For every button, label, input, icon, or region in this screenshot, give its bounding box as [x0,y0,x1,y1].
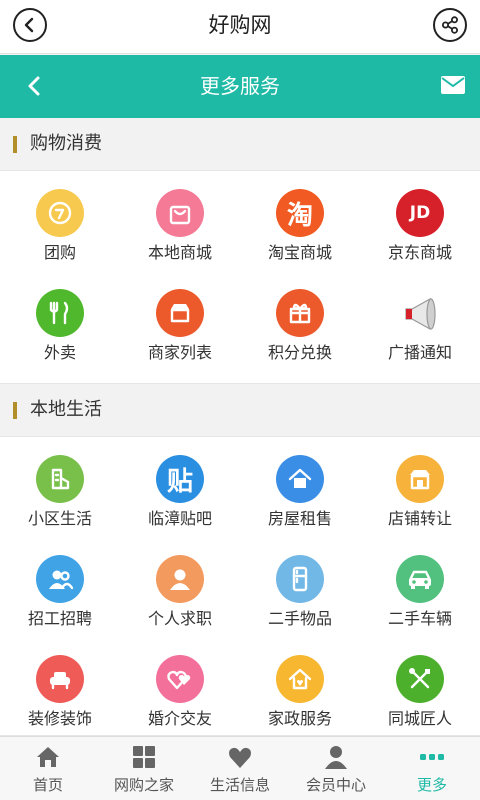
service-item-label: 广播通知 [387,343,452,362]
app-title: 好购网 [208,13,272,37]
service-item-label: 临漳贴吧 [147,509,212,528]
more-dots-icon [418,743,446,771]
service-item[interactable]: 房屋租售 [240,437,360,537]
taobao-icon: 淘 [276,189,324,237]
service-item[interactable]: 招工招聘 [0,537,120,637]
service-item[interactable]: 二手物品 [240,537,360,637]
home-service-icon [276,655,324,703]
bottom-tab-bar: 首页 网购之家 生活信息 会员中心 更多 [0,736,480,800]
service-item-label: 店铺转让 [387,509,452,528]
service-item-label: 外卖 [43,343,76,362]
service-item[interactable]: 二手车辆 [360,537,480,637]
share-icon [442,16,458,34]
person-icon [156,555,204,603]
section-title: 购物消费 [30,133,102,154]
tab-label: 会员中心 [305,776,366,794]
service-item[interactable]: 装修装饰 [0,637,120,737]
tab-label: 网购之家 [113,776,174,794]
service-item[interactable]: 本地商城 [120,171,240,271]
page-title: 更多服务 [200,74,280,98]
fork-knife-icon [36,289,84,337]
car-icon [396,555,444,603]
service-item-label: 京东商城 [387,243,452,262]
shopping-bag-icon [156,189,204,237]
service-item[interactable]: 店铺转让 [360,437,480,537]
service-item-label: 同城匠人 [387,709,452,728]
megaphone-icon [396,289,444,337]
section-title: 本地生活 [30,399,102,420]
section-header-local-life: 本地生活 [0,384,480,436]
service-item[interactable]: 淘淘宝商城 [240,171,360,271]
service-item-label: 淘宝商城 [267,243,332,262]
tab-label: 生活信息 [209,776,270,794]
tab-label: 更多 [416,776,447,794]
section-marker [13,136,17,153]
service-item[interactable]: 商家列表 [120,271,240,371]
service-item[interactable]: JD 京东商城 [360,171,480,271]
community-icon [36,455,84,503]
shop-transfer-icon [396,455,444,503]
service-item[interactable]: 同城匠人 [360,637,480,737]
user-icon [322,743,350,771]
tab-heart[interactable]: 生活信息 [192,737,288,800]
service-item[interactable]: 广播通知 [360,271,480,371]
service-item-label: 婚介交友 [147,709,212,728]
service-item-label: 小区生活 [27,509,92,528]
gift-icon [276,289,324,337]
shopping-grid: 团购 本地商城 淘淘宝商城 JD 京东商城外卖 商家列表 积分兑换 广播通知 [0,170,480,384]
recruit-icon [36,555,84,603]
tieba-icon: 贴 [156,455,204,503]
tab-home[interactable]: 首页 [0,737,96,800]
jd-icon: JD [396,189,444,237]
tab-more-dots[interactable]: 更多 [384,737,480,800]
section-marker [13,402,17,419]
service-item-label: 房屋租售 [267,509,332,528]
service-item[interactable]: 积分兑换 [240,271,360,371]
hearts-icon [156,655,204,703]
service-item-label: 装修装饰 [27,709,92,728]
sofa-icon [36,655,84,703]
service-item[interactable]: 个人求职 [120,537,240,637]
home-icon [34,743,62,771]
service-item-label: 积分兑换 [267,343,332,362]
service-item[interactable]: 贴临漳贴吧 [120,437,240,537]
house-icon [276,455,324,503]
nav-bar: 更多服务 [0,55,480,118]
service-item[interactable]: 小区生活 [0,437,120,537]
app-header: 好购网 [0,0,480,54]
section-header-shopping: 购物消费 [0,118,480,170]
tab-user[interactable]: 会员中心 [288,737,384,800]
store-icon [156,289,204,337]
service-item-label: 个人求职 [147,609,212,628]
service-item-label: 二手物品 [267,609,332,628]
tab-label: 首页 [32,776,63,794]
service-item-label: 商家列表 [147,343,212,362]
tools-icon [396,655,444,703]
service-item-label: 团购 [43,243,76,262]
share-button[interactable] [433,8,467,42]
fridge-icon [276,555,324,603]
groupbuy-icon [36,189,84,237]
local-life-grid: 小区生活贴临漳贴吧 房屋租售 店铺转让 招工招聘 个人求职 二手物品 二手车辆 装修装饰 婚介交… [0,436,480,736]
service-item-label: 招工招聘 [27,609,92,628]
grid-icon [130,743,158,771]
heart-icon [226,743,254,771]
service-item-label: 二手车辆 [387,609,452,628]
service-item[interactable]: 婚介交友 [120,637,240,737]
service-item-label: 本地商城 [147,243,212,262]
service-item-label: 家政服务 [267,709,332,728]
service-item[interactable]: 家政服务 [240,637,360,737]
service-item[interactable]: 外卖 [0,271,120,371]
service-item[interactable]: 团购 [0,171,120,271]
tab-grid[interactable]: 网购之家 [96,737,192,800]
mail-icon[interactable] [440,74,466,96]
